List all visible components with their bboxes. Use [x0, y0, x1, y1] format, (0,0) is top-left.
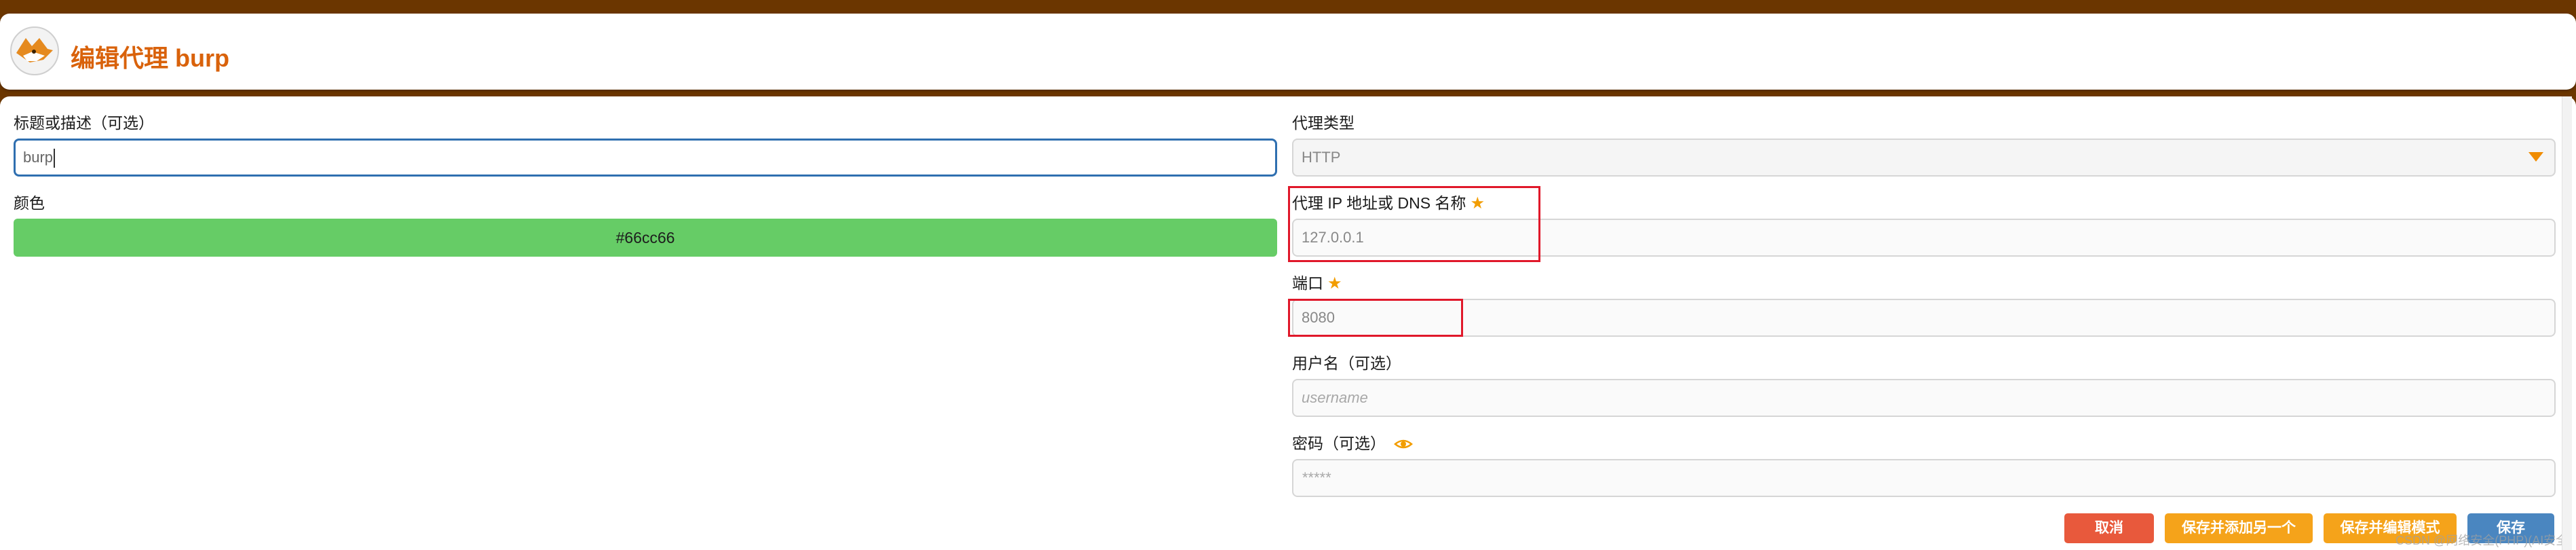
password-label: 密码（可选） [1292, 435, 1386, 452]
proxy-type-value: HTTP [1302, 149, 1341, 166]
port-input[interactable]: 8080 [1292, 299, 2556, 337]
password-input[interactable]: ***** [1292, 459, 2556, 497]
proxy-type-label: 代理类型 [1292, 114, 1355, 132]
save-add-another-button[interactable]: 保存并添加另一个 [2165, 513, 2313, 543]
title-input[interactable]: burp [14, 139, 1277, 177]
proxy-type-select[interactable]: HTTP [1292, 139, 2556, 177]
eye-icon[interactable] [1394, 437, 1413, 451]
text-caret [54, 149, 56, 168]
foxyproxy-fox-icon [10, 26, 59, 75]
page-title: 编辑代理 burp [71, 44, 229, 72]
dropdown-arrow-icon [2528, 152, 2543, 162]
highlight-box-host [1288, 186, 1540, 262]
required-star-icon: ★ [1327, 274, 1342, 293]
port-label: 端口 ★ [1292, 276, 1342, 292]
proxy-edit-form: 标题或描述（可选） burp 颜色 #66cc66 代理类型 HTTP 代理 I… [0, 96, 2576, 550]
port-label-text: 端口 [1292, 274, 1323, 292]
vertical-scrollbar[interactable] [2562, 96, 2572, 550]
cancel-button[interactable]: 取消 [2064, 513, 2154, 543]
header-bar: 编辑代理 burp [0, 14, 2576, 90]
watermark: CSDN @网络安全(PHP)(AI安全) [2395, 534, 2573, 547]
title-input-value: burp [23, 149, 54, 166]
color-picker[interactable]: #66cc66 [14, 219, 1277, 257]
color-label: 颜色 [14, 194, 45, 212]
username-input[interactable]: username [1292, 379, 2556, 417]
title-label: 标题或描述（可选） [14, 114, 154, 132]
username-label: 用户名（可选） [1292, 354, 1401, 372]
highlight-box-port [1288, 299, 1463, 337]
